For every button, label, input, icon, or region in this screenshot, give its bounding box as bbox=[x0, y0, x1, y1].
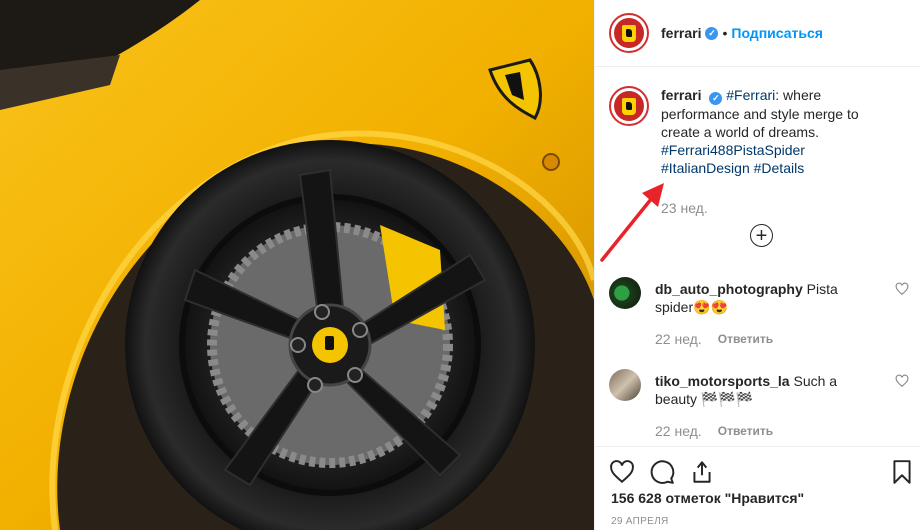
comment-item: db_auto_photography Pista spider😍😍 22 не… bbox=[609, 277, 909, 348]
commenter-avatar[interactable] bbox=[609, 369, 641, 401]
reply-button[interactable]: Ответить bbox=[718, 422, 773, 440]
comment-like-heart-icon[interactable] bbox=[895, 374, 909, 388]
bookmark-icon[interactable] bbox=[889, 459, 915, 485]
comment-time[interactable]: 22 нед. bbox=[655, 422, 702, 440]
separator-dot: • bbox=[722, 25, 728, 41]
load-more-comments-plus-icon[interactable]: + bbox=[750, 224, 773, 247]
ferrari-avatar[interactable] bbox=[609, 13, 649, 53]
post-header: ferrari ✓ • Подписаться bbox=[595, 0, 920, 67]
commenter-avatar[interactable] bbox=[609, 277, 641, 309]
caption-username[interactable]: ferrari bbox=[661, 87, 701, 103]
caption-text: ferrari ✓ #Ferrari: where performance an… bbox=[661, 86, 881, 217]
comment-like-heart-icon[interactable] bbox=[895, 282, 909, 296]
comment-time[interactable]: 22 нед. bbox=[655, 330, 702, 348]
post-date[interactable]: 29 АПРЕЛЯ bbox=[611, 516, 668, 527]
ferrari-logo-icon bbox=[622, 24, 636, 42]
header-username[interactable]: ferrari bbox=[661, 25, 701, 41]
verified-badge-icon: ✓ bbox=[705, 26, 719, 40]
post-photo[interactable] bbox=[0, 0, 594, 530]
caption-avatar[interactable] bbox=[609, 86, 649, 126]
caption-time[interactable]: 23 нед. bbox=[661, 199, 881, 217]
comment-username[interactable]: db_auto_photography bbox=[655, 281, 803, 297]
post-sidebar: ferrari ✓ • Подписаться ferrari ✓ #Ferra… bbox=[594, 0, 920, 530]
comment-username[interactable]: tiko_motorsports_la bbox=[655, 373, 790, 389]
share-icon[interactable] bbox=[689, 459, 715, 485]
post-caption: ferrari ✓ #Ferrari: where performance an… bbox=[609, 86, 909, 217]
hashtag-ferrari[interactable]: #Ferrari bbox=[726, 87, 775, 103]
ferrari-logo-icon bbox=[622, 97, 636, 115]
hashtag-details[interactable]: #Details bbox=[754, 160, 805, 176]
follow-button[interactable]: Подписаться bbox=[731, 25, 823, 41]
hashtag-italiandesign[interactable]: #ItalianDesign bbox=[661, 160, 750, 176]
comment-icon[interactable] bbox=[649, 459, 675, 485]
comment-item: tiko_motorsports_la Such a beauty 🏁🏁🏁 22… bbox=[609, 369, 909, 440]
verified-badge-icon: ✓ bbox=[709, 91, 723, 105]
heart-icon[interactable] bbox=[609, 459, 635, 485]
reply-button[interactable]: Ответить bbox=[718, 330, 773, 348]
hashtag-ferrari488pistaspider[interactable]: #Ferrari488PistaSpider bbox=[661, 142, 805, 158]
likes-count[interactable]: 156 628 отметок "Нравится" bbox=[611, 490, 804, 506]
